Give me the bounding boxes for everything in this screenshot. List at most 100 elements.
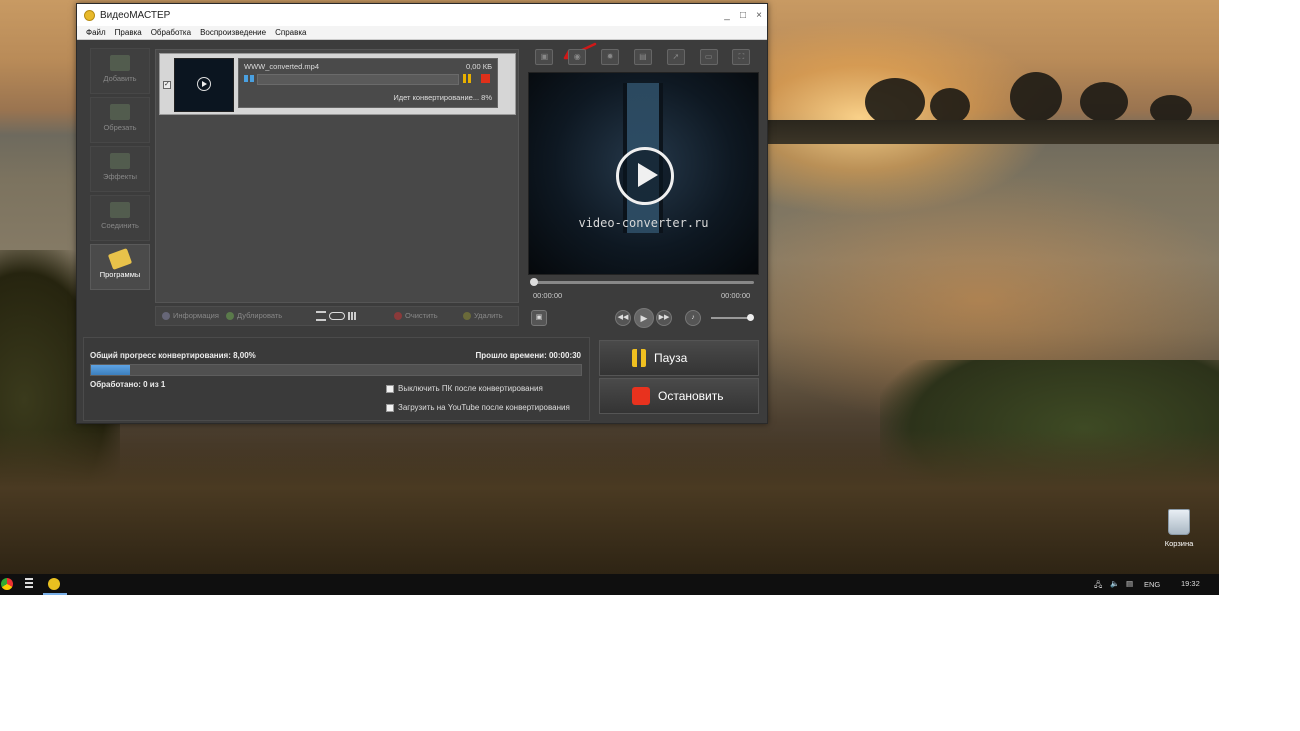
sidebar-effects-button[interactable]: Эффекты xyxy=(90,146,150,192)
menu-edit[interactable]: Правка xyxy=(115,28,142,37)
file-toolbar: Информация Дублировать Очистить Удалить xyxy=(155,306,519,326)
brightness-icon[interactable]: ✹ xyxy=(601,49,620,65)
big-play-icon[interactable] xyxy=(616,147,674,205)
video-stream-icon xyxy=(244,75,254,82)
current-time: 00:00:00 xyxy=(533,291,563,300)
menu-playback[interactable]: Воспроизведение xyxy=(200,28,266,37)
video-thumbnail xyxy=(174,58,234,112)
clear-icon xyxy=(394,311,402,320)
film-icon[interactable]: ▤ xyxy=(633,49,652,65)
grid-view-icon xyxy=(348,312,357,320)
far-shore xyxy=(760,120,1219,144)
duplicate-label: Дублировать xyxy=(237,311,283,320)
duplicate-button[interactable]: Дублировать xyxy=(226,311,282,320)
recycle-bin-label: Корзина xyxy=(1164,539,1194,548)
play-button[interactable]: ▶ xyxy=(634,308,654,328)
youtube-option[interactable]: Загрузить на YouTube после конвертирован… xyxy=(386,403,570,412)
toggle-switch-icon xyxy=(329,312,345,320)
delete-button[interactable]: Удалить xyxy=(463,311,503,320)
info-label: Информация xyxy=(173,311,219,320)
fullscreen-icon[interactable]: ⛶ xyxy=(732,49,751,65)
file-info: WWW_converted.mp4 0,00 КБ Идет конвертир… xyxy=(238,58,498,108)
sidebar-label: Эффекты xyxy=(102,172,138,181)
minimize-button[interactable]: _ xyxy=(719,10,735,21)
speaker-icon[interactable]: 🔈 xyxy=(1110,579,1119,588)
gif-icon[interactable]: ▭ xyxy=(699,49,718,65)
pause-button[interactable]: Пауза xyxy=(599,340,759,376)
app-logo-icon xyxy=(84,9,95,21)
join-icon xyxy=(110,202,130,218)
recycle-bin[interactable]: Корзина xyxy=(1164,509,1194,548)
youtube-checkbox[interactable] xyxy=(386,403,394,412)
active-app-indicator xyxy=(43,593,67,595)
videomaster-taskbar-icon[interactable] xyxy=(48,578,60,590)
menu-process[interactable]: Обработка xyxy=(151,28,191,37)
seek-handle[interactable] xyxy=(530,278,538,286)
clock[interactable]: 19:32 xyxy=(1181,579,1200,588)
language-indicator[interactable]: ENG xyxy=(1144,580,1160,589)
screenshot-icon[interactable]: ▣ xyxy=(531,310,547,326)
notification-icon[interactable]: ▤ xyxy=(1126,579,1133,588)
menu-help[interactable]: Справка xyxy=(275,28,306,37)
info-button[interactable]: Информация xyxy=(162,311,219,320)
stop-button[interactable]: Остановить xyxy=(599,378,759,414)
file-list: ✓ WWW_converted.mp4 0,00 КБ Идет конверт… xyxy=(155,49,519,303)
total-progress-fill xyxy=(91,365,131,375)
total-progress-bar xyxy=(90,364,582,376)
view-toggle[interactable] xyxy=(316,311,357,321)
shutdown-option-label: Выключить ПК после конвертирования xyxy=(398,384,543,393)
sidebar-join-button[interactable]: Соединить xyxy=(90,195,150,241)
clear-button[interactable]: Очистить xyxy=(394,311,438,320)
sidebar: Добавить Обрезать Эффекты Соединить Прог… xyxy=(90,48,150,293)
trim-icon xyxy=(110,104,130,120)
sidebar-label: Добавить xyxy=(103,74,137,83)
forward-icon[interactable]: ▶▶ xyxy=(656,310,672,326)
crop-icon[interactable]: ▣ xyxy=(535,49,554,65)
file-size: 0,00 КБ xyxy=(466,62,492,71)
close-button[interactable]: × xyxy=(751,10,767,21)
snapshot-icon[interactable]: ◉ xyxy=(568,49,587,65)
maximize-button[interactable]: □ xyxy=(735,10,751,21)
volume-slider[interactable] xyxy=(711,314,754,321)
title-bar[interactable]: ВидеоМАСТЕР _ □ × xyxy=(77,4,767,26)
conversion-status: Идет конвертирование... 8% xyxy=(393,93,492,102)
clear-label: Очистить xyxy=(405,311,438,320)
seek-bar[interactable] xyxy=(530,278,754,286)
rewind-icon[interactable]: ◀◀ xyxy=(615,310,631,326)
file-progress-bar xyxy=(257,74,459,85)
duplicate-icon xyxy=(226,311,234,320)
volume-icon[interactable]: ♪ xyxy=(685,310,701,326)
sidebar-trim-button[interactable]: Обрезать xyxy=(90,97,150,143)
pause-file-icon[interactable] xyxy=(463,74,471,83)
delete-label: Удалить xyxy=(474,311,503,320)
sidebar-add-button[interactable]: Добавить xyxy=(90,48,150,94)
task-view-icon[interactable] xyxy=(25,578,33,590)
list-item[interactable]: ✓ WWW_converted.mp4 0,00 КБ Идет конверт… xyxy=(159,53,516,115)
tree-silhouette xyxy=(1080,82,1128,122)
video-preview[interactable]: video-converter.ru xyxy=(528,72,759,275)
shutdown-checkbox[interactable] xyxy=(386,384,394,393)
sidebar-label: Обрезать xyxy=(103,123,137,132)
total-progress-label: Общий прогресс конвертирования: 8,00% xyxy=(90,351,256,360)
tree-silhouette xyxy=(865,78,925,126)
stop-file-icon[interactable] xyxy=(481,74,490,83)
pause-label: Пауза xyxy=(654,351,688,365)
ground xyxy=(0,430,1219,575)
total-time: 00:00:00 xyxy=(721,291,751,300)
sidebar-label: Программы xyxy=(99,270,141,279)
network-icon[interactable]: 🖧 xyxy=(1094,579,1102,592)
preview-watermark: video-converter.ru xyxy=(578,216,709,230)
sidebar-programs-button[interactable]: Программы xyxy=(90,244,150,290)
menu-file[interactable]: Файл xyxy=(86,28,106,37)
processed-count: Обработано: 0 из 1 xyxy=(90,380,166,389)
recycle-bin-icon xyxy=(1168,509,1190,535)
play-icon xyxy=(197,77,211,91)
app-window: ВидеоМАСТЕР _ □ × Файл Правка Обработка … xyxy=(76,3,768,424)
chrome-icon[interactable] xyxy=(1,578,13,590)
speed-icon[interactable]: ➚ xyxy=(666,49,685,65)
tree-silhouette xyxy=(1010,72,1062,122)
file-checkbox[interactable]: ✓ xyxy=(163,81,171,89)
volume-handle[interactable] xyxy=(747,314,754,321)
pause-icon xyxy=(632,349,646,367)
shutdown-option[interactable]: Выключить ПК после конвертирования xyxy=(386,384,543,393)
